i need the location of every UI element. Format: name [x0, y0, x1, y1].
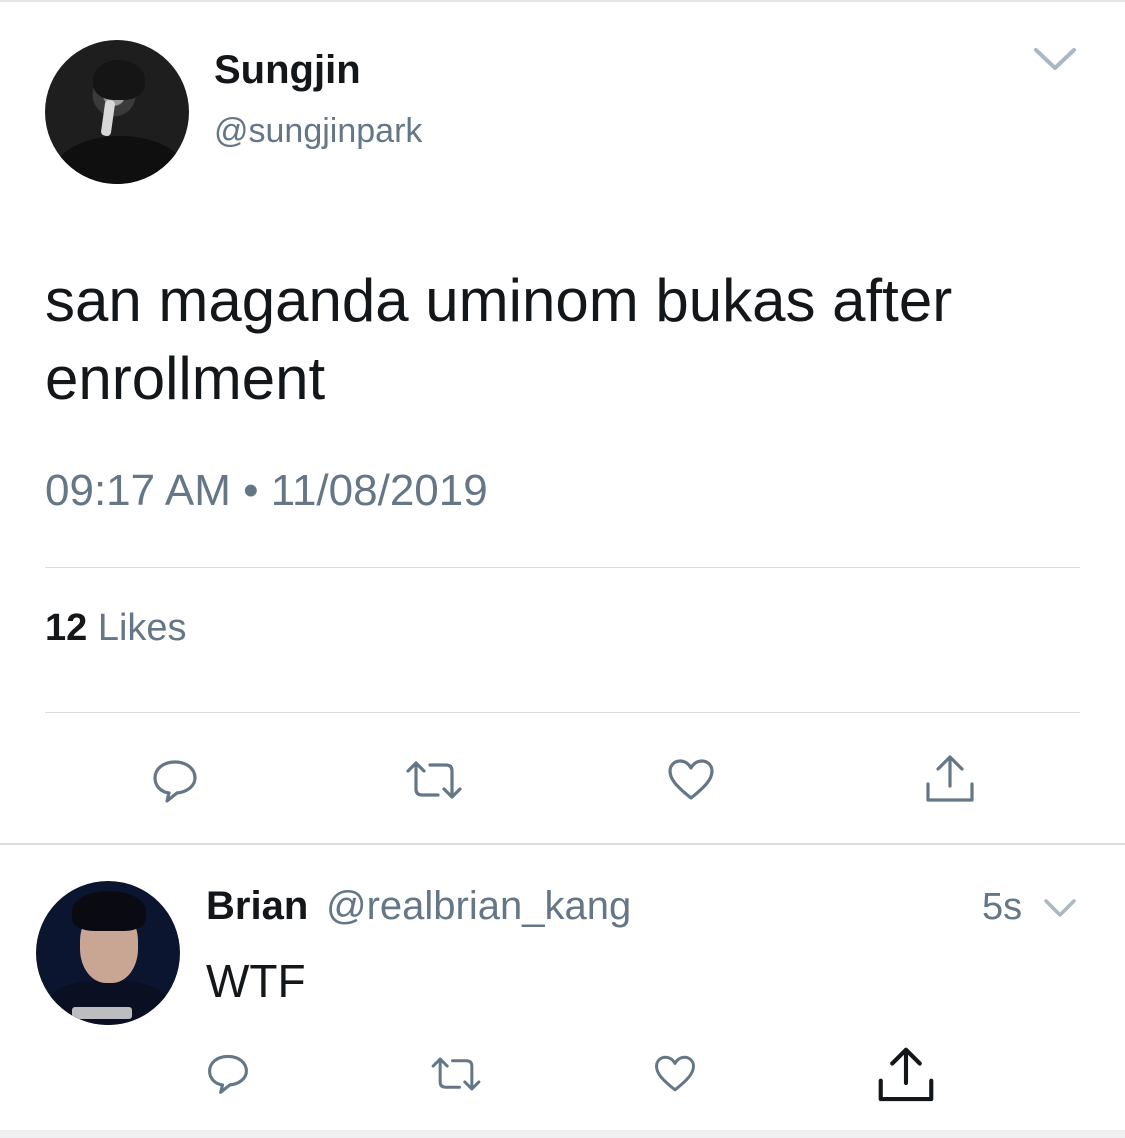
avatar[interactable] [45, 40, 189, 184]
divider [45, 712, 1080, 713]
retweet-icon[interactable] [428, 1052, 484, 1096]
tweet-text: san maganda uminom bukas after enrollmen… [45, 267, 953, 412]
likes-label: Likes [97, 607, 187, 649]
reply-author-handle[interactable]: @realbrian_kang [326, 884, 631, 929]
top-divider [0, 0, 1125, 2]
reply-author-name[interactable]: Brian [206, 884, 308, 929]
retweet-icon[interactable] [404, 755, 464, 805]
divider [45, 567, 1080, 568]
share-icon[interactable] [874, 1044, 938, 1106]
chevron-down-icon[interactable] [1030, 42, 1080, 76]
reply-avatar[interactable] [36, 881, 180, 1025]
like-icon[interactable] [666, 755, 716, 805]
reply-icon[interactable] [150, 755, 200, 805]
likes-count: 12 [45, 607, 88, 649]
author-name[interactable]: Sungjin [214, 48, 361, 93]
reply-text: WTF [206, 955, 306, 1007]
chevron-down-icon[interactable] [1042, 896, 1078, 920]
author-handle[interactable]: @sungjinpark [214, 112, 422, 151]
share-icon[interactable] [924, 752, 976, 806]
likes-summary[interactable]: 12 Likes [45, 607, 187, 650]
tweet-separator [0, 843, 1125, 845]
tweet-timestamp: 09:17 AM • 11/08/2019 [45, 466, 488, 515]
reply-time: 5s [982, 886, 1023, 928]
like-icon[interactable] [652, 1052, 698, 1096]
bottom-divider [0, 1130, 1125, 1138]
reply-icon[interactable] [205, 1050, 251, 1096]
